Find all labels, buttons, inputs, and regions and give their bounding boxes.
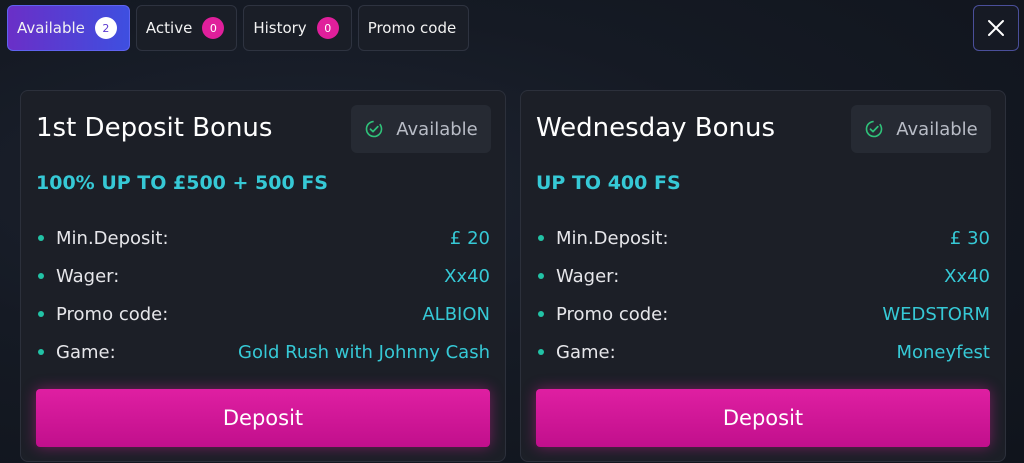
bonus-offer: 100% UP TO £500 + 500 FS [36, 172, 328, 194]
bullet-icon [38, 235, 44, 241]
detail-row-game: Game: Gold Rush with Johnny Cash [36, 333, 490, 371]
deposit-button[interactable]: Deposit [36, 389, 490, 447]
detail-value: Xx40 [444, 265, 490, 287]
bullet-icon [538, 311, 544, 317]
tab-available-label: Available [17, 19, 85, 37]
bullet-icon [38, 349, 44, 355]
detail-label: Game: [556, 341, 616, 363]
tab-available[interactable]: Available 2 [7, 5, 130, 51]
status-label: Available [896, 118, 978, 140]
detail-label: Promo code: [556, 303, 669, 325]
bonus-details: Min.Deposit: £ 30 Wager: Xx40 Promo code… [536, 219, 990, 371]
detail-row-min-deposit: Min.Deposit: £ 30 [536, 219, 990, 257]
detail-label: Wager: [556, 265, 620, 287]
detail-label: Game: [56, 341, 116, 363]
detail-label: Wager: [56, 265, 120, 287]
bonus-tabs: Available 2 Active 0 History 0 Promo cod… [7, 5, 470, 51]
bonus-card: Wednesday Bonus Available UP TO 400 FS M… [520, 90, 1006, 462]
tab-active[interactable]: Active 0 [135, 5, 238, 51]
detail-value: £ 30 [949, 227, 990, 249]
tab-active-count-badge: 0 [202, 17, 225, 39]
detail-value: Xx40 [944, 265, 990, 287]
bonus-card: 1st Deposit Bonus Available 100% UP TO £… [20, 90, 506, 462]
detail-row-promo-code: Promo code: WEDSTORM [536, 295, 990, 333]
bonus-details: Min.Deposit: £ 20 Wager: Xx40 Promo code… [36, 219, 490, 371]
detail-row-min-deposit: Min.Deposit: £ 20 [36, 219, 490, 257]
tab-history-count-badge: 0 [316, 17, 339, 39]
bonus-title: 1st Deposit Bonus [36, 113, 273, 143]
close-icon [988, 20, 1004, 36]
bullet-icon [38, 273, 44, 279]
bullet-icon [538, 273, 544, 279]
detail-label: Promo code: [56, 303, 169, 325]
detail-row-wager: Wager: Xx40 [36, 257, 490, 295]
check-circle-icon [865, 120, 883, 138]
bullet-icon [538, 235, 544, 241]
bullet-icon [538, 349, 544, 355]
detail-label: Min.Deposit: [56, 227, 169, 249]
deposit-button[interactable]: Deposit [536, 389, 990, 447]
status-badge: Available [351, 105, 491, 153]
tab-history[interactable]: History 0 [243, 5, 352, 51]
tab-promo-code-label: Promo code [367, 19, 457, 37]
check-circle-icon [365, 120, 383, 138]
detail-value: ALBION [422, 303, 490, 325]
status-label: Available [396, 118, 478, 140]
bonus-title: Wednesday Bonus [536, 113, 776, 143]
detail-row-promo-code: Promo code: ALBION [36, 295, 490, 333]
detail-value: Moneyfest [896, 341, 990, 363]
bonus-offer: UP TO 400 FS [536, 172, 681, 194]
detail-value: £ 20 [449, 227, 490, 249]
detail-value: Gold Rush with Johnny Cash [238, 341, 490, 363]
detail-value: WEDSTORM [882, 303, 990, 325]
detail-row-game: Game: Moneyfest [536, 333, 990, 371]
tab-promo-code[interactable]: Promo code [357, 5, 470, 51]
detail-label: Min.Deposit: [556, 227, 669, 249]
tab-active-label: Active [145, 19, 193, 37]
tab-available-count-badge: 2 [94, 17, 117, 39]
detail-row-wager: Wager: Xx40 [536, 257, 990, 295]
close-button[interactable] [973, 5, 1019, 51]
tab-history-label: History [253, 19, 307, 37]
bullet-icon [38, 311, 44, 317]
status-badge: Available [851, 105, 991, 153]
